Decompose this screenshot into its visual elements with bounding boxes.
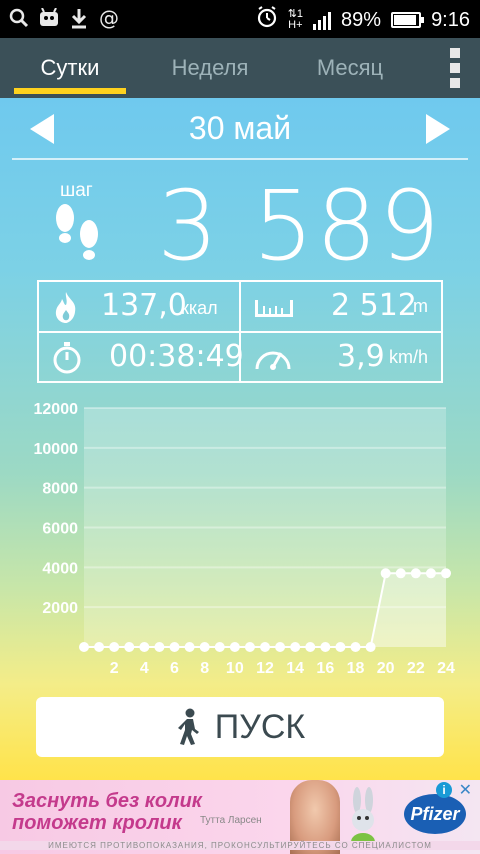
chart-x-tick-label: 22 <box>407 660 425 677</box>
chart-x-tick-label: 18 <box>347 660 365 677</box>
ad-close-icon[interactable]: ✕ <box>459 780 472 800</box>
current-date: 30 май <box>188 110 292 146</box>
robot-icon <box>38 6 60 30</box>
chart-x-tick-label: 8 <box>200 660 209 677</box>
walking-person-icon <box>177 708 199 745</box>
chart-x-tick-label: 10 <box>226 660 244 677</box>
tab-week[interactable]: Неделя <box>150 38 270 98</box>
distance-unit: m <box>413 296 428 316</box>
chart-point <box>260 642 270 652</box>
ad-brand-logo: Pfizer <box>404 794 466 834</box>
chart-y-tick-label: 8000 <box>42 481 78 498</box>
chart-point <box>169 642 180 652</box>
chart-point <box>290 642 301 652</box>
duration-value: 00:38:49 <box>109 339 244 374</box>
chart-point <box>410 568 421 579</box>
status-bar: @ ⇅1 H+ 89% 9:16 <box>0 0 480 38</box>
chart-x-tick-label: 6 <box>170 660 179 677</box>
date-navigator: 30 май <box>0 98 480 158</box>
notification-icons: @ <box>8 6 120 30</box>
clock: 9:16 <box>431 8 470 31</box>
ruler-icon <box>255 300 293 317</box>
calories-unit: ккал <box>181 298 218 318</box>
system-icons: ⇅1 H+ 89% 9:16 <box>256 6 470 34</box>
chart-point <box>380 568 391 579</box>
alarm-icon <box>256 6 278 34</box>
chart-x-tick-label: 4 <box>140 660 149 677</box>
calories-value: 137,0 <box>101 288 187 323</box>
chart-x-tick-label: 2 <box>110 660 119 677</box>
steps-count: 3 589 <box>157 170 442 282</box>
chart-point <box>320 642 331 652</box>
chart-x-tick-label: 14 <box>286 660 304 677</box>
chart-x-tick-label: 16 <box>316 660 334 677</box>
chart-point <box>124 642 135 652</box>
chart-y-tick-label: 6000 <box>42 521 78 538</box>
chart-point <box>425 568 436 579</box>
duration-cell: 00:38:49 <box>39 333 244 381</box>
stopwatch-icon <box>53 342 81 374</box>
ad-banner[interactable]: Заснуть без колик поможет кролик Тутта Л… <box>0 780 480 854</box>
chart-point <box>305 642 316 652</box>
signal-strength-icon <box>313 10 332 30</box>
chart-point <box>350 642 361 652</box>
chart-point <box>109 642 120 652</box>
chart-point <box>275 642 286 652</box>
chart-point <box>244 642 255 652</box>
battery-percent: 89% <box>341 8 382 31</box>
chart-point <box>139 642 150 652</box>
chart-x-tick-label: 12 <box>256 660 274 677</box>
speedometer-icon <box>255 351 291 370</box>
chart-point <box>214 642 225 652</box>
chart-point <box>94 642 105 652</box>
ad-info-icon[interactable]: i <box>436 782 452 798</box>
distance-value: 2 512 <box>331 288 417 323</box>
tab-month[interactable]: Месяц <box>290 38 410 98</box>
chart-y-tick-label: 2000 <box>42 600 78 617</box>
chart-x-tick-label: 20 <box>377 660 395 677</box>
overflow-menu-icon[interactable] <box>450 48 462 88</box>
divider <box>12 158 468 160</box>
flame-icon <box>55 292 76 323</box>
start-button-label: ПУСК <box>214 707 306 746</box>
chart-point <box>79 642 89 652</box>
ad-person-name: Тутта Ларсен <box>200 815 262 826</box>
ad-disclaimer: ИМЕЮТСЯ ПРОТИВОПОКАЗАНИЯ, ПРОКОНСУЛЬТИРУ… <box>0 841 480 850</box>
main-panel: 30 май шаг 3 589 137,0 ккал 2 512 m 00:3… <box>0 98 480 780</box>
steps-label: шаг <box>60 180 93 201</box>
chart-point <box>229 642 240 652</box>
network-type-icon: ⇅1 H+ <box>287 8 304 31</box>
speed-cell: 3,9 km/h <box>241 333 443 381</box>
network-type-label: H+ <box>288 19 303 31</box>
steps-chart: 20004000600080001000012000 2 4 6 8 10 12 14 16 1… <box>34 401 456 677</box>
distance-cell: 2 512 m <box>241 282 443 330</box>
email-at-icon: @ <box>99 6 119 30</box>
chart-point <box>335 642 346 652</box>
chart-y-tick-label: 4000 <box>42 560 78 577</box>
ad-headline-1: Заснуть без колик <box>12 790 202 812</box>
speed-unit: km/h <box>389 347 429 367</box>
chart-point <box>395 568 406 579</box>
chart-point <box>154 642 165 652</box>
chart-x-tick-label: 24 <box>437 660 455 677</box>
chart-y-tick-label: 10000 <box>34 441 79 458</box>
footprints-icon <box>56 204 98 260</box>
chart-point <box>441 568 451 579</box>
battery-icon <box>391 12 425 28</box>
chart-point <box>199 642 210 652</box>
start-button[interactable]: ПУСК <box>36 697 444 757</box>
download-icon <box>68 6 90 30</box>
chart-y-tick-label: 12000 <box>34 401 79 418</box>
active-tab-indicator <box>14 88 126 94</box>
chart-point <box>184 642 195 652</box>
calories-cell: 137,0 ккал <box>39 282 239 330</box>
chart-point <box>365 642 376 652</box>
search-icon <box>8 6 30 30</box>
next-day-arrow-icon[interactable] <box>426 114 450 144</box>
ad-headline-2: поможет кролик <box>12 812 182 834</box>
speed-value: 3,9 <box>337 339 385 374</box>
stats-grid: 137,0 ккал 2 512 m 00:38:49 3,9 km/h <box>37 280 443 383</box>
